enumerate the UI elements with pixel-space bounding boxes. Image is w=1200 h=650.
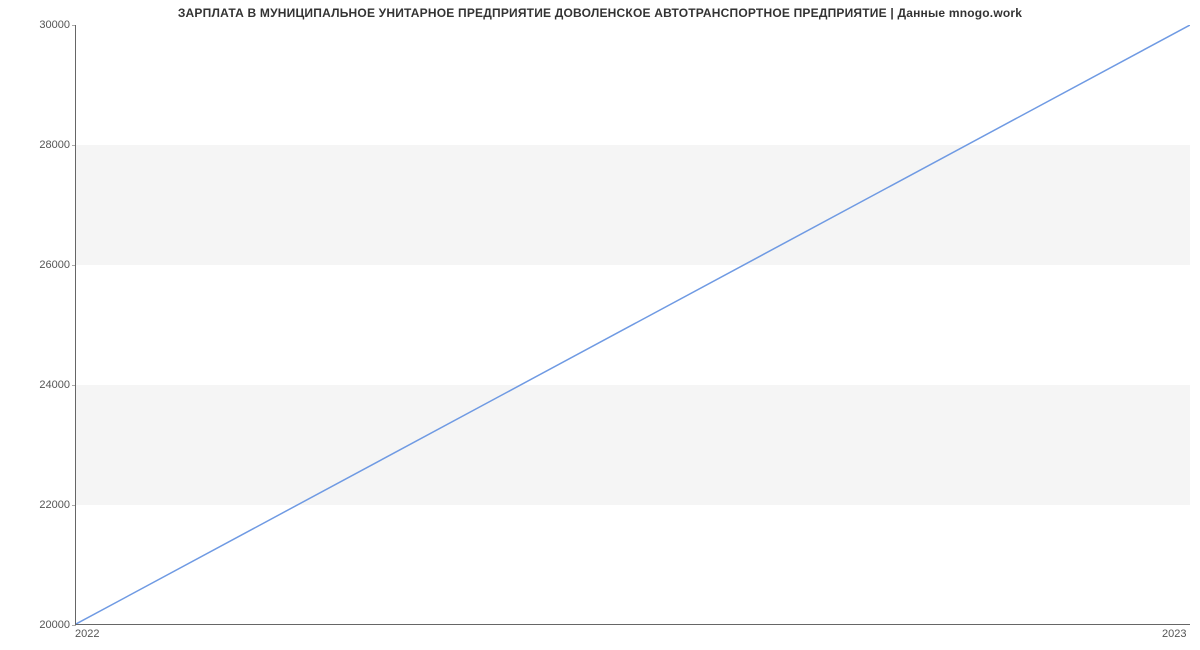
- chart-title: ЗАРПЛАТА В МУНИЦИПАЛЬНОЕ УНИТАРНОЕ ПРЕДП…: [0, 6, 1200, 20]
- x-tick-label: 2022: [75, 628, 99, 640]
- y-tick-label: 24000: [10, 379, 70, 391]
- y-tick-label: 30000: [10, 19, 70, 31]
- y-tick-label: 20000: [10, 619, 70, 631]
- x-tick-label: 2023: [1162, 628, 1186, 640]
- chart-container: ЗАРПЛАТА В МУНИЦИПАЛЬНОЕ УНИТАРНОЕ ПРЕДП…: [0, 0, 1200, 650]
- y-tick-label: 28000: [10, 139, 70, 151]
- y-tick-mark: [72, 625, 76, 626]
- y-tick-label: 26000: [10, 259, 70, 271]
- plot-area: [75, 25, 1190, 625]
- data-line: [76, 25, 1190, 624]
- line-svg: [76, 25, 1190, 624]
- y-tick-label: 22000: [10, 499, 70, 511]
